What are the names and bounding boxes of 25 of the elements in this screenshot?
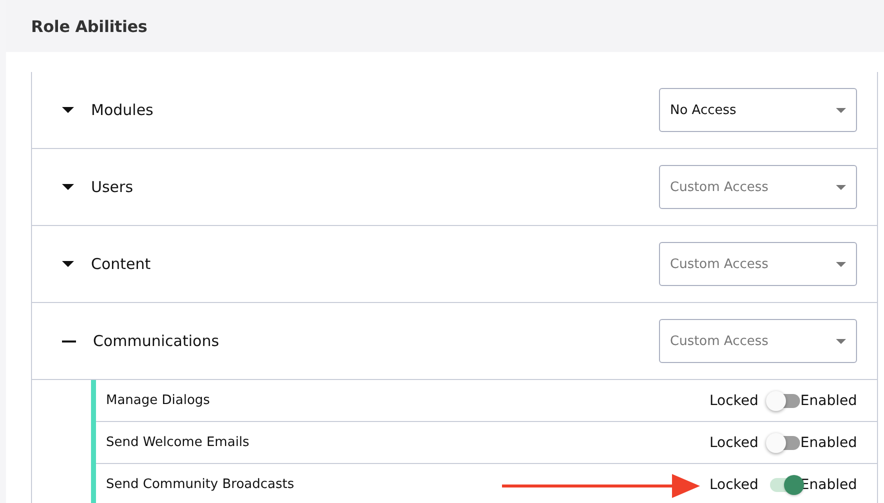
category-name: Modules <box>91 101 154 119</box>
toggle-label: Locked <box>709 392 758 408</box>
access-dropdown[interactable]: Custom Access <box>659 242 857 286</box>
toggle-label: Enabled <box>800 392 857 408</box>
ability-name: Send Community Broadcasts <box>106 477 294 492</box>
collapse-icon[interactable] <box>62 340 76 342</box>
ability-name: Manage Dialogs <box>106 393 210 408</box>
access-dropdown[interactable]: Custom Access <box>659 319 857 363</box>
toggle-label: Enabled <box>800 434 857 450</box>
category-name: Communications <box>93 332 220 350</box>
expand-icon[interactable] <box>62 184 74 190</box>
access-dropdown[interactable]: No Access <box>659 88 857 132</box>
caret-icon[interactable] <box>836 338 846 344</box>
caret-icon[interactable] <box>836 108 846 112</box>
category-name: Content <box>91 255 152 273</box>
ability-name: Send Welcome Emails <box>106 435 250 450</box>
toggle-label: Locked <box>709 434 758 450</box>
toggle-label: Locked <box>709 476 758 492</box>
access-dropdown[interactable]: Custom Access <box>659 165 857 209</box>
expand-icon[interactable] <box>62 107 74 113</box>
panel-title: Role Abilities <box>31 16 148 36</box>
caret-icon[interactable] <box>836 262 846 266</box>
caret-icon[interactable] <box>836 184 846 190</box>
category-name: Users <box>91 178 134 196</box>
expand-icon[interactable] <box>62 261 74 267</box>
